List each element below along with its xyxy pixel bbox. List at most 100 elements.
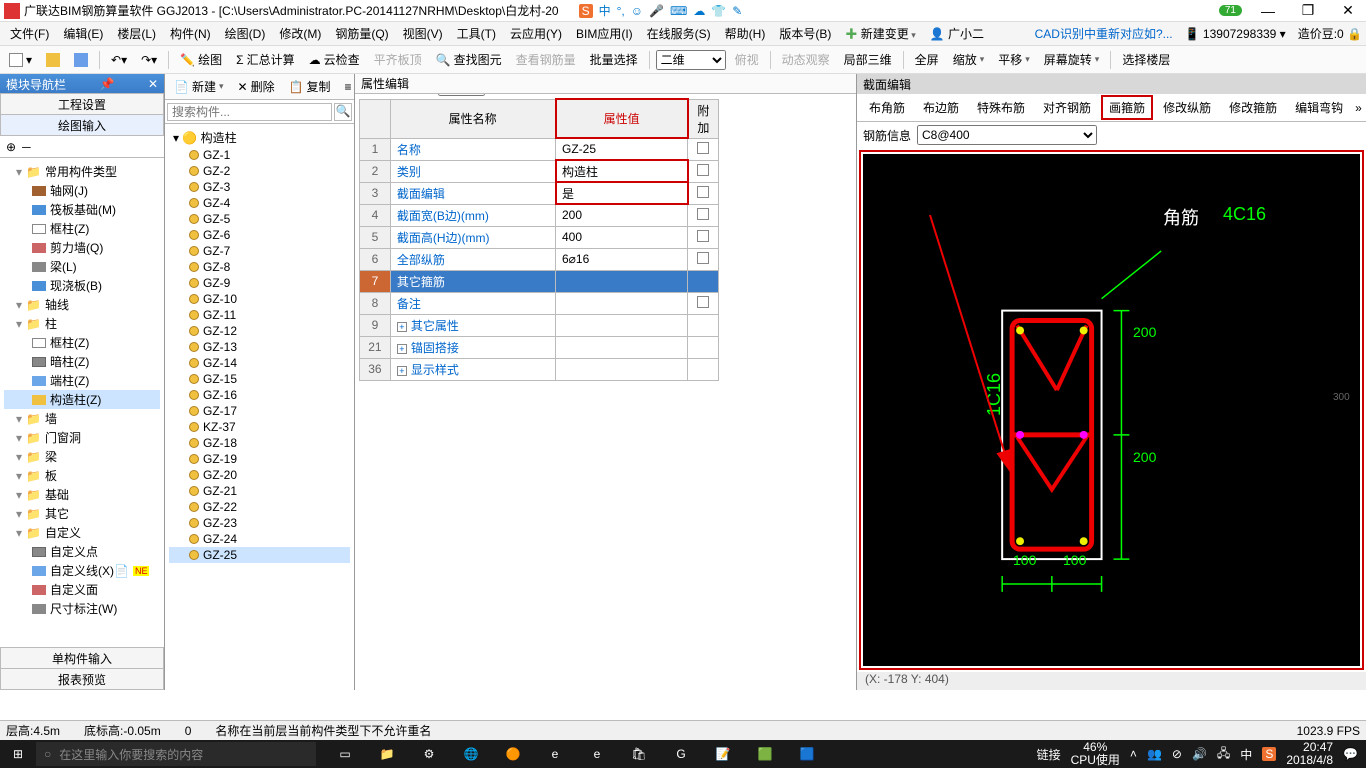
tree-node[interactable]: ▾ 📁 板: [4, 466, 160, 485]
store-icon[interactable]: 🛍: [618, 740, 660, 768]
tree-node[interactable]: 尺寸标注(W): [4, 599, 160, 618]
tree-node[interactable]: ▾ 📁 其它: [4, 504, 160, 523]
section-tab[interactable]: 编辑弯钩: [1289, 97, 1349, 118]
section-tab[interactable]: 布边筋: [917, 97, 965, 118]
section-tab[interactable]: 画箍筋: [1103, 97, 1151, 118]
select-floor-button[interactable]: 选择楼层: [1117, 49, 1175, 70]
menu-modify[interactable]: 修改(M): [273, 23, 327, 44]
app-icon-5[interactable]: 📝: [702, 740, 744, 768]
app-icon-4[interactable]: G: [660, 740, 702, 768]
batch-select-button[interactable]: 批量选择: [585, 49, 643, 70]
copy-component-button[interactable]: 📋复制: [284, 76, 336, 97]
tray-cpu[interactable]: 46%CPU使用: [1071, 741, 1120, 767]
section-tab[interactable]: 对齐钢筋: [1037, 97, 1097, 118]
delete-component-button[interactable]: ✕删除: [233, 76, 280, 97]
component-item[interactable]: GZ-16: [169, 387, 350, 403]
tree-node[interactable]: 自定义面: [4, 580, 160, 599]
property-row[interactable]: 9+其它属性: [360, 314, 719, 336]
tray-network-icon[interactable]: 🖧: [1217, 744, 1230, 765]
menu-rebar[interactable]: 钢筋量(Q): [329, 23, 394, 44]
tree-node[interactable]: ▾ 📁 基础: [4, 485, 160, 504]
menu-edit[interactable]: 编辑(E): [57, 23, 109, 44]
section-tab[interactable]: 布角筋: [863, 97, 911, 118]
menu-bim[interactable]: BIM应用(I): [570, 23, 639, 44]
menu-help[interactable]: 帮助(H): [719, 23, 772, 44]
phone-label[interactable]: 📱 13907298339 ▾: [1185, 27, 1286, 41]
ime-lang[interactable]: 中: [599, 2, 611, 19]
tray-people-icon[interactable]: 👥: [1147, 747, 1162, 761]
component-item[interactable]: GZ-20: [169, 467, 350, 483]
component-item[interactable]: GZ-7: [169, 243, 350, 259]
open-file-button[interactable]: [41, 51, 65, 69]
section-tab[interactable]: 修改纵筋: [1157, 97, 1217, 118]
property-row[interactable]: 1名称GZ-25: [360, 138, 719, 160]
component-item[interactable]: GZ-24: [169, 531, 350, 547]
search-icon[interactable]: 🔍: [334, 103, 352, 121]
component-item[interactable]: GZ-13: [169, 339, 350, 355]
component-item[interactable]: GZ-6: [169, 227, 350, 243]
close-button[interactable]: ✕: [1334, 2, 1362, 19]
view-mode-select[interactable]: 二维: [656, 50, 726, 70]
ie-icon[interactable]: e: [576, 740, 618, 768]
tab-report-preview[interactable]: 报表预览: [0, 668, 164, 690]
menu-floor[interactable]: 楼层(L): [111, 23, 162, 44]
collapse-icon[interactable]: ─: [22, 140, 31, 154]
component-item[interactable]: GZ-4: [169, 195, 350, 211]
tray-notifications-icon[interactable]: 💬: [1343, 747, 1358, 761]
property-row[interactable]: 7其它箍筋: [360, 270, 719, 292]
pin-icon[interactable]: 📌: [100, 77, 115, 91]
app-icon-2[interactable]: 🌐: [450, 740, 492, 768]
menu-file[interactable]: 文件(F): [4, 23, 55, 44]
task-view-icon[interactable]: ▭: [324, 740, 366, 768]
new-change-button[interactable]: ✚ 新建变更: [839, 23, 921, 44]
tray-ime-icon[interactable]: 中: [1240, 746, 1252, 763]
tray-volume-icon[interactable]: 🔊: [1192, 747, 1207, 761]
tray-blocked-icon[interactable]: ⊘: [1172, 747, 1182, 761]
undo-button[interactable]: ↶▾: [106, 51, 132, 69]
tree-node[interactable]: ▾ 📁 轴线: [4, 295, 160, 314]
property-row[interactable]: 8备注: [360, 292, 719, 314]
component-item[interactable]: KZ-37: [169, 419, 350, 435]
component-item[interactable]: GZ-18: [169, 435, 350, 451]
component-item[interactable]: GZ-23: [169, 515, 350, 531]
component-item[interactable]: GZ-25: [169, 547, 350, 563]
tree-node[interactable]: 轴网(J): [4, 181, 160, 200]
notification-badge[interactable]: 71: [1219, 5, 1242, 16]
taskbar-search[interactable]: ○ 在这里输入你要搜索的内容: [36, 742, 316, 766]
tree-node[interactable]: 暗柱(Z): [4, 352, 160, 371]
expand-icon[interactable]: ⊕: [6, 140, 16, 154]
local-3d-button[interactable]: 局部三维: [839, 49, 897, 70]
sum-calc-button[interactable]: Σ 汇总计算: [231, 49, 299, 70]
component-item[interactable]: GZ-3: [169, 179, 350, 195]
ime-cloud[interactable]: ☁: [693, 4, 705, 18]
app-icon-7[interactable]: 🟦: [786, 740, 828, 768]
tree-node[interactable]: 框柱(Z): [4, 333, 160, 352]
component-item[interactable]: GZ-15: [169, 371, 350, 387]
menu-tool[interactable]: 工具(T): [451, 23, 502, 44]
tree-node[interactable]: ▾ 📁 梁: [4, 447, 160, 466]
pan-button[interactable]: 平移: [993, 49, 1035, 70]
tray-clock[interactable]: 20:472018/4/8: [1286, 741, 1333, 767]
tray-up-icon[interactable]: ˄: [1130, 747, 1137, 761]
ime-voice[interactable]: 🎤: [649, 4, 664, 18]
component-item[interactable]: GZ-11: [169, 307, 350, 323]
component-item[interactable]: GZ-8: [169, 259, 350, 275]
component-item[interactable]: GZ-19: [169, 451, 350, 467]
menu-online[interactable]: 在线服务(S): [641, 23, 717, 44]
new-file-button[interactable]: ▾: [4, 51, 37, 69]
zoom-button[interactable]: 缩放: [948, 49, 990, 70]
tree-node[interactable]: ▾ 📁 常用构件类型: [4, 162, 160, 181]
app-icon-3[interactable]: 🟠: [492, 740, 534, 768]
new-component-button[interactable]: 📄新建: [169, 76, 229, 97]
top-view-button[interactable]: 俯视: [730, 49, 764, 70]
cloud-check-button[interactable]: ☁ 云检查: [304, 49, 365, 70]
component-item[interactable]: GZ-1: [169, 147, 350, 163]
component-item[interactable]: GZ-17: [169, 403, 350, 419]
section-tab[interactable]: 修改箍筋: [1223, 97, 1283, 118]
save-button[interactable]: [69, 51, 93, 69]
menu-draw[interactable]: 绘图(D): [219, 23, 272, 44]
component-item[interactable]: GZ-2: [169, 163, 350, 179]
draw-button[interactable]: ✏️绘图: [175, 49, 227, 70]
ime-edit[interactable]: ✎: [732, 4, 742, 18]
ime-punct[interactable]: °,: [617, 4, 625, 18]
